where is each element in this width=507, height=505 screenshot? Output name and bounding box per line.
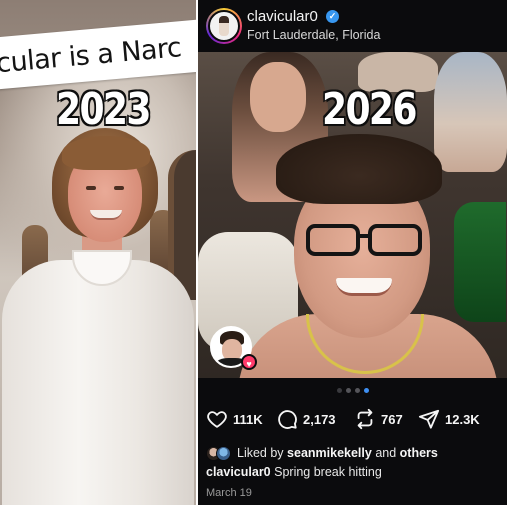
smile (336, 278, 392, 296)
share-icon (418, 409, 440, 429)
profile-avatar[interactable] (206, 8, 242, 44)
carousel-dot[interactable] (354, 388, 360, 393)
post-header: clavicular0 ✓ Fort Lauderdale, Florida (198, 0, 507, 52)
banner-text: cular is a Narc (0, 31, 183, 79)
comment-button[interactable]: 2,173 (276, 407, 336, 431)
share-count: 12.3K (445, 411, 480, 427)
carousel-dot[interactable] (345, 388, 351, 393)
heart-icon (207, 411, 227, 428)
avatar-image (208, 10, 240, 42)
liked-by-prefix: Liked by (237, 446, 284, 460)
right-eye (114, 186, 124, 190)
white-robe (2, 260, 194, 505)
heart-badge-icon: ♥ (241, 354, 257, 370)
left-eye (86, 186, 96, 190)
glasses-bridge (360, 234, 368, 238)
like-button[interactable]: 111K (206, 407, 263, 431)
repost-count: 767 (381, 411, 403, 427)
glasses-right-lens (368, 224, 422, 256)
liked-by-connector: and (375, 446, 397, 460)
carousel-dot-active[interactable] (363, 388, 369, 393)
liked-by-text: Liked by seanmikekelly and others (237, 446, 438, 460)
year-label-left: 2023 (56, 84, 152, 135)
green-object (454, 202, 506, 322)
repost-icon (357, 408, 373, 430)
liked-by-row[interactable]: Liked by seanmikekelly and others (206, 444, 438, 462)
liked-by-user[interactable]: seanmikekelly (287, 446, 372, 460)
comment-icon (278, 410, 297, 429)
smile (90, 210, 122, 220)
carousel-dot[interactable] (336, 388, 342, 393)
repost-button[interactable]: 767 (354, 407, 403, 431)
glasses-left-lens (306, 224, 360, 256)
username[interactable]: clavicular0 (247, 8, 318, 25)
background-person-far-right (434, 52, 507, 172)
caption-username[interactable]: clavicular0 (206, 465, 271, 479)
instagram-post: clavicular0 ✓ Fort Lauderdale, Florida ♥ (198, 0, 507, 505)
year-label-right: 2026 (322, 84, 418, 135)
share-button[interactable]: 12.3K (418, 407, 480, 431)
left-photo-panel: cular is a Narc (0, 0, 196, 505)
post-date: March 19 (206, 487, 252, 499)
comment-count: 2,173 (303, 411, 336, 427)
post-caption: clavicular0 Spring break hitting (206, 465, 382, 479)
location[interactable]: Fort Lauderdale, Florida (247, 28, 380, 42)
like-count: 111K (233, 411, 263, 427)
caption-text: Spring break hitting (274, 465, 382, 479)
avatar-figure (219, 16, 229, 36)
carousel-indicator (198, 388, 507, 396)
verified-icon: ✓ (326, 10, 339, 23)
action-bar: 111K 2,173 767 12.3K (206, 407, 506, 431)
curly-hair (276, 134, 442, 204)
liked-by-others[interactable]: others (400, 446, 438, 460)
liker-avatar (216, 445, 231, 461)
background-person-face (250, 62, 306, 132)
hair-fringe (62, 136, 150, 170)
